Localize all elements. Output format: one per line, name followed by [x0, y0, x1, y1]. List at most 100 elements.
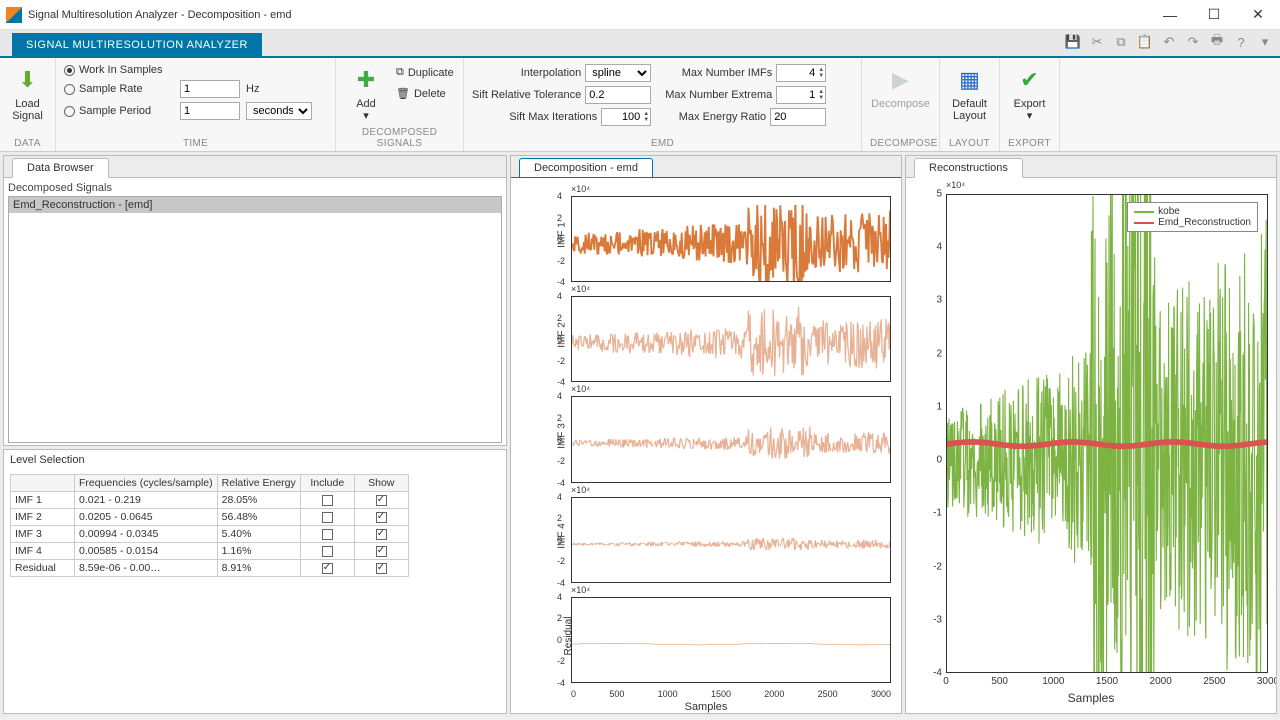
group-time: Work In Samples Sample Rate Hz Sample Pe…: [56, 58, 336, 151]
recon-xlabel: Samples: [1068, 691, 1115, 705]
quick-access-toolbar: 💾 ✂ ⧉ 📋 ↶ ↷ 🖶 ? ▾: [1064, 33, 1274, 51]
show-checkbox[interactable]: [376, 495, 387, 506]
sift-max-iter-label: Sift Max Iterations: [509, 111, 597, 123]
subplot[interactable]: ×10⁴IMF 3-4-2024: [571, 388, 891, 482]
window-title: Signal Multiresolution Analyzer - Decomp…: [28, 9, 292, 21]
max-imfs-spinner[interactable]: ▲▼: [776, 64, 826, 82]
window-titlebar: Signal Multiresolution Analyzer - Decomp…: [0, 0, 1280, 30]
copy-icon[interactable]: ⧉: [1112, 33, 1130, 51]
cut-icon[interactable]: ✂: [1088, 33, 1106, 51]
ribbon: ⬇ LoadSignal DATA Work In Samples Sample…: [0, 58, 1280, 152]
export-button[interactable]: ✔ Export▾: [1008, 62, 1051, 124]
level-selection-header: Level Selection: [4, 450, 506, 470]
app-logo-icon: [6, 7, 22, 23]
dropdown-icon[interactable]: ▾: [1256, 33, 1274, 51]
interpolation-select[interactable]: spline: [585, 64, 651, 82]
sample-period-input[interactable]: [180, 102, 240, 120]
group-layout: ▦ DefaultLayout LAYOUT: [940, 58, 1000, 151]
plus-icon: ✚: [350, 64, 382, 96]
print-icon[interactable]: 🖶: [1208, 33, 1226, 51]
level-selection-table: Frequencies (cycles/sample) Relative Ene…: [10, 474, 409, 577]
include-checkbox[interactable]: [322, 563, 333, 574]
period-unit-select[interactable]: seconds: [246, 102, 312, 120]
sample-rate-radio[interactable]: Sample Rate: [64, 83, 174, 95]
max-energy-label: Max Energy Ratio: [679, 111, 766, 123]
download-arrow-icon: ⬇: [12, 64, 44, 96]
group-export: ✔ Export▾ EXPORT: [1000, 58, 1060, 151]
sample-period-radio[interactable]: Sample Period: [64, 105, 174, 117]
include-checkbox[interactable]: [322, 546, 333, 557]
table-row[interactable]: IMF 40.00585 - 0.01541.16%: [11, 543, 409, 560]
sample-rate-input[interactable]: [180, 80, 240, 98]
show-checkbox[interactable]: [376, 546, 387, 557]
subplot[interactable]: ×10⁴IMF 4-4-2024: [571, 489, 891, 583]
rate-unit-label: Hz: [246, 83, 306, 95]
subplot[interactable]: ×10⁴Residual-4-2024: [571, 589, 891, 683]
save-icon[interactable]: 💾: [1064, 33, 1082, 51]
close-button[interactable]: ✕: [1236, 0, 1280, 30]
include-checkbox[interactable]: [322, 529, 333, 540]
undo-icon[interactable]: ↶: [1160, 33, 1178, 51]
recon-y-exponent: ×10⁴: [946, 180, 965, 190]
reconstruction-trace: [947, 195, 1267, 672]
sift-max-iter-spinner[interactable]: ▲▼: [601, 108, 651, 126]
decomposed-signals-list[interactable]: Emd_Reconstruction - [emd]: [8, 196, 502, 443]
show-checkbox[interactable]: [376, 563, 387, 574]
subplot[interactable]: ×10⁴IMF 1-4-2024: [571, 188, 891, 282]
max-energy-input[interactable]: [770, 108, 826, 126]
legend-item[interactable]: Emd_Reconstruction: [1134, 217, 1251, 228]
data-browser-panel: Data Browser Decomposed Signals Emd_Reco…: [3, 155, 507, 446]
trash-icon: 🗑: [396, 87, 410, 100]
show-checkbox[interactable]: [376, 512, 387, 523]
reconstructions-panel: Reconstructions ×10⁴ Samples kobeEmd_Rec…: [905, 155, 1277, 714]
paste-icon[interactable]: 📋: [1136, 33, 1154, 51]
max-extrema-label: Max Number Extrema: [665, 89, 772, 101]
redo-icon[interactable]: ↷: [1184, 33, 1202, 51]
decomposition-panel: Decomposition - emd ×10⁴IMF 1-4-2024 ×10…: [510, 155, 902, 714]
ribbon-tab-row: SIGNAL MULTIRESOLUTION ANALYZER 💾 ✂ ⧉ 📋 …: [0, 30, 1280, 58]
table-row[interactable]: IMF 20.0205 - 0.064556.48%: [11, 509, 409, 526]
work-in-samples-radio[interactable]: Work In Samples: [64, 64, 327, 76]
layout-grid-icon: ▦: [954, 64, 986, 96]
check-icon: ✔: [1014, 64, 1046, 96]
reconstruction-axes[interactable]: [946, 194, 1268, 673]
duplicate-button[interactable]: ⧉Duplicate: [392, 64, 458, 81]
reconstruction-legend[interactable]: kobeEmd_Reconstruction: [1127, 202, 1258, 232]
load-signal-button[interactable]: ⬇ LoadSignal: [8, 62, 47, 124]
include-checkbox[interactable]: [322, 495, 333, 506]
decompose-button[interactable]: ▶ Decompose: [870, 62, 931, 112]
help-icon[interactable]: ?: [1232, 33, 1250, 51]
table-row[interactable]: IMF 30.00994 - 0.03455.40%: [11, 526, 409, 543]
minimize-button[interactable]: —: [1148, 0, 1192, 30]
group-emd: Interpolation spline Sift Relative Toler…: [464, 58, 862, 151]
legend-item[interactable]: kobe: [1134, 206, 1251, 217]
max-imfs-label: Max Number IMFs: [682, 67, 772, 79]
group-decompose: ▶ Decompose DECOMPOSE: [862, 58, 940, 151]
table-row[interactable]: Residual8.59e-06 - 0.00…8.91%: [11, 560, 409, 577]
content-area: Data Browser Decomposed Signals Emd_Reco…: [0, 152, 1280, 717]
tab-reconstructions[interactable]: Reconstructions: [914, 158, 1023, 178]
group-decomposed-signals: ✚ Add▾ ⧉Duplicate 🗑Delete DECOMPOSED SIG…: [336, 58, 464, 151]
decomposition-xlabel: Samples: [685, 701, 728, 713]
list-item[interactable]: Emd_Reconstruction - [emd]: [9, 197, 501, 213]
left-column: Data Browser Decomposed Signals Emd_Reco…: [3, 155, 507, 714]
default-layout-button[interactable]: ▦ DefaultLayout: [948, 62, 991, 124]
add-button[interactable]: ✚ Add▾: [344, 62, 388, 124]
show-checkbox[interactable]: [376, 529, 387, 540]
duplicate-icon: ⧉: [396, 66, 404, 79]
interpolation-label: Interpolation: [521, 67, 582, 79]
delete-button[interactable]: 🗑Delete: [392, 85, 458, 102]
max-extrema-spinner[interactable]: ▲▼: [776, 86, 826, 104]
group-data: ⬇ LoadSignal DATA: [0, 58, 56, 151]
maximize-button[interactable]: ☐: [1192, 0, 1236, 30]
table-row[interactable]: IMF 10.021 - 0.21928.05%: [11, 492, 409, 509]
ribbon-tab-main[interactable]: SIGNAL MULTIRESOLUTION ANALYZER: [12, 33, 262, 56]
decomposed-signals-header: Decomposed Signals: [8, 180, 502, 196]
include-checkbox[interactable]: [322, 512, 333, 523]
subplot[interactable]: ×10⁴IMF 2-4-2024: [571, 288, 891, 382]
tab-decomposition[interactable]: Decomposition - emd: [519, 158, 653, 178]
decomposition-plot-area[interactable]: ×10⁴IMF 1-4-2024 ×10⁴IMF 2-4-2024 ×10⁴IM…: [511, 178, 901, 713]
sift-rel-tol-input[interactable]: [585, 86, 651, 104]
sift-rel-tol-label: Sift Relative Tolerance: [472, 89, 581, 101]
tab-data-browser[interactable]: Data Browser: [12, 158, 109, 178]
